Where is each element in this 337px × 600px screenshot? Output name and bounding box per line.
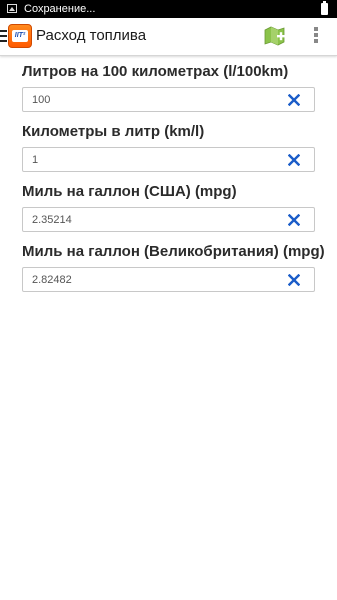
field-label: Километры в литр (km/l) [22, 123, 205, 140]
action-bar: IIT² Расход топлива [0, 18, 337, 56]
field-label: Миль на галлон (Великобритания) (mpg) [22, 243, 325, 260]
status-text: Сохранение... [24, 3, 96, 15]
menu-icon[interactable] [0, 30, 7, 42]
field-l-per-100km: Литров на 100 километрах (l/100km) 100 [22, 63, 315, 112]
field-value: 2.82482 [32, 274, 72, 286]
mpg-us-input[interactable]: 2.35214 [22, 207, 315, 232]
battery-icon [321, 1, 328, 15]
clear-icon[interactable] [288, 214, 300, 226]
gallery-icon [7, 4, 17, 13]
field-label: Литров на 100 километрах (l/100km) [22, 63, 289, 80]
status-bar: Сохранение... [0, 0, 337, 18]
field-value: 1 [32, 154, 39, 166]
mpg-uk-input[interactable]: 2.82482 [22, 267, 315, 292]
map-icon[interactable] [264, 26, 286, 46]
km-per-l-input[interactable]: 1 [22, 147, 315, 172]
field-label: Миль на галлон (США) (mpg) [22, 183, 237, 200]
l-per-100km-input[interactable]: 100 [22, 87, 315, 112]
page-title: Расход топлива [36, 27, 147, 44]
field-km-per-l: Километры в литр (km/l) 1 [22, 123, 315, 172]
clear-icon[interactable] [288, 154, 300, 166]
field-mpg-us: Миль на галлон (США) (mpg) 2.35214 [22, 183, 315, 232]
field-mpg-uk: Миль на галлон (Великобритания) (mpg) 2.… [22, 243, 325, 292]
overflow-menu-icon[interactable] [313, 27, 319, 45]
clear-icon[interactable] [288, 274, 300, 286]
clear-icon[interactable] [288, 94, 300, 106]
field-value: 2.35214 [32, 214, 72, 226]
app-logo[interactable]: IIT² [8, 24, 32, 48]
app-logo-text: IIT² [12, 30, 28, 42]
field-value: 100 [32, 94, 51, 106]
